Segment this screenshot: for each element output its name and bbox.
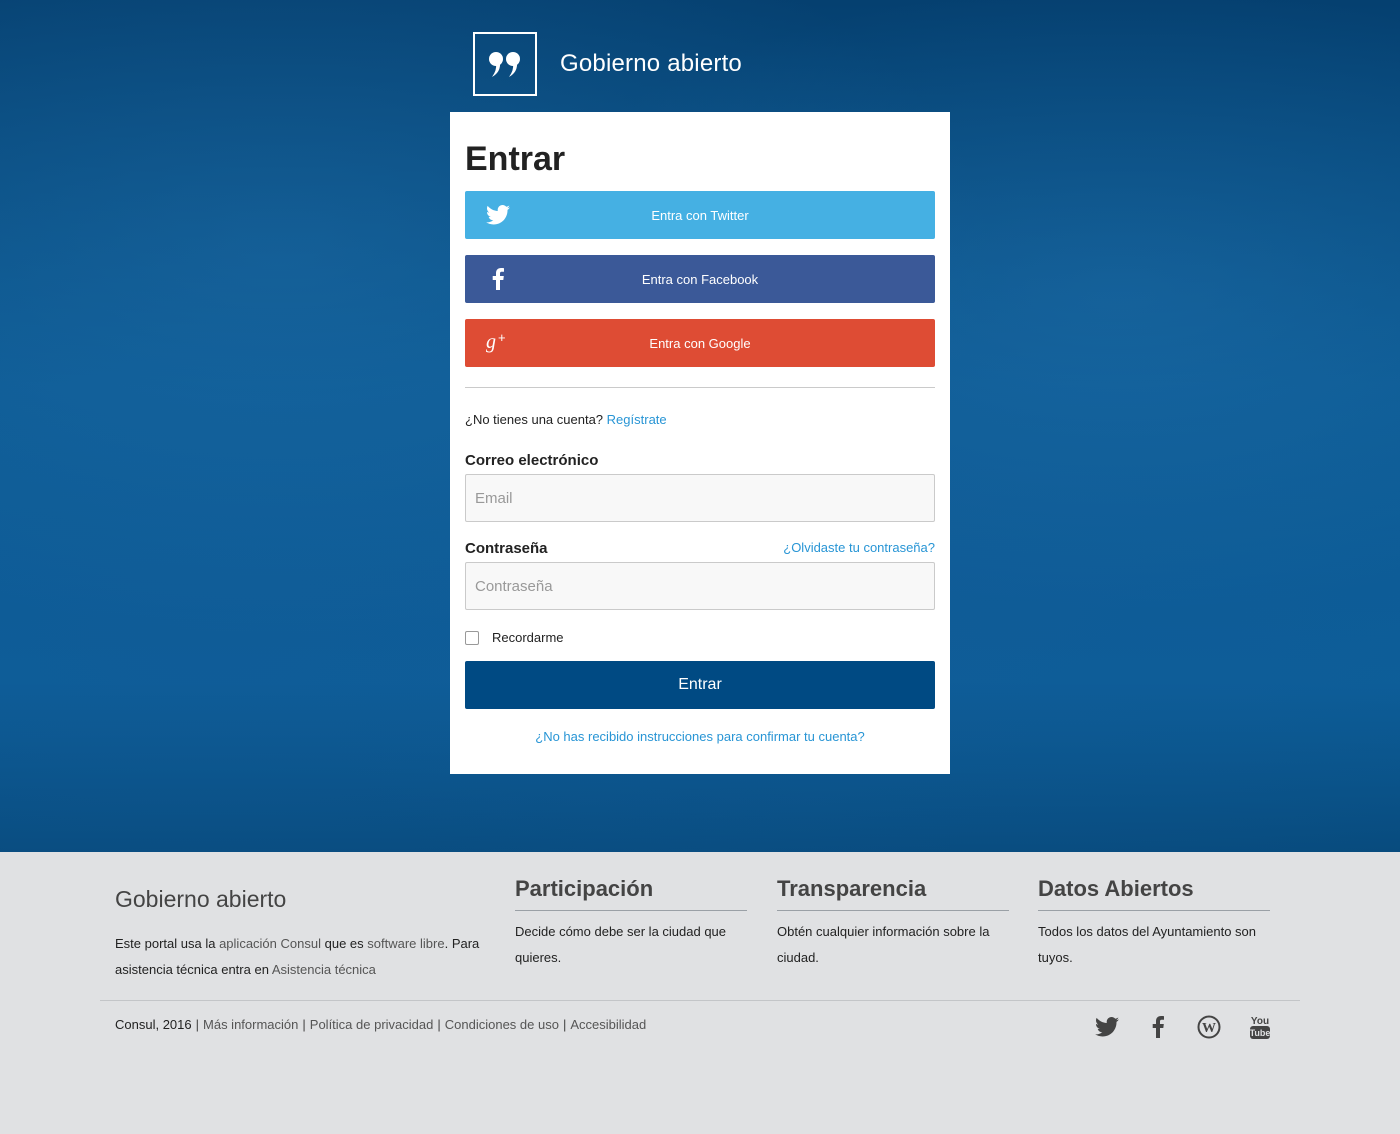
google-login-label: Entra con Google (649, 335, 751, 351)
divider (465, 387, 935, 388)
free-software-link[interactable]: software libre (367, 936, 444, 951)
confirm-instructions-link[interactable]: ¿No has recibido instrucciones para conf… (535, 729, 865, 744)
footer-bottom-links: Consul, 2016 | Más información | Polític… (115, 1017, 646, 1032)
privacy-policy-link[interactable]: Política de privacidad (310, 1017, 434, 1032)
email-field[interactable] (465, 474, 935, 522)
accessibility-link[interactable]: Accesibilidad (570, 1017, 646, 1032)
footer-column-participation: Participación Decide cómo debe ser la ci… (515, 876, 747, 971)
twitter-icon (485, 203, 511, 227)
separator: | (195, 1017, 200, 1032)
password-label: Contraseña (465, 540, 548, 557)
register-link[interactable]: Regístrate (607, 412, 667, 427)
copyright: Consul, 2016 (115, 1017, 192, 1032)
twitter-icon[interactable] (1094, 1014, 1120, 1040)
submit-button[interactable]: Entrar (465, 661, 935, 709)
facebook-login-button[interactable]: Entra con Facebook (465, 255, 935, 303)
no-account-text: ¿No tienes una cuenta? Regístrate (465, 412, 667, 427)
footer-column-title[interactable]: Participación (515, 876, 747, 911)
confirm-instructions: ¿No has recibido instrucciones para conf… (450, 729, 950, 744)
page-title: Entrar (465, 140, 566, 178)
login-card: Entrar Entra con Twitter Entra con Faceb… (450, 112, 950, 774)
separator: | (437, 1017, 441, 1032)
facebook-login-label: Entra con Facebook (641, 271, 759, 287)
footer-column-text: Decide cómo debe ser la ciudad que quier… (515, 924, 727, 965)
twitter-login-button[interactable]: Entra con Twitter (465, 191, 935, 239)
footer-column-text: Todos los datos del Ayuntamiento son tuy… (1038, 924, 1257, 965)
separator: | (562, 1017, 567, 1032)
svg-text:+: + (498, 330, 506, 345)
forgot-password-link[interactable]: ¿Olvidaste tu contraseña? (783, 540, 935, 555)
facebook-icon (485, 267, 511, 291)
remember-label: Recordarme (492, 630, 564, 645)
svg-text:You: You (1251, 1016, 1269, 1027)
footer-divider (100, 1000, 1300, 1001)
wordpress-icon[interactable]: W (1196, 1014, 1222, 1040)
svg-text:g: g (486, 331, 496, 353)
site-logo[interactable]: Gobierno abierto (473, 32, 742, 96)
separator: | (302, 1017, 306, 1032)
remember-checkbox[interactable] (465, 630, 479, 645)
footer-column-text: Obtén cualquier información sobre la ciu… (777, 924, 990, 965)
footer-social-links: W You Tube (1094, 1014, 1298, 1040)
footer-column-title[interactable]: Datos Abiertos (1038, 876, 1270, 911)
twitter-login-label: Entra con Twitter (651, 207, 749, 223)
footer-title: Gobierno abierto (115, 886, 287, 912)
facebook-icon[interactable] (1145, 1014, 1171, 1040)
consul-app-link[interactable]: aplicación Consul (219, 936, 321, 951)
footer-description: Este portal usa la aplicación Consul que… (115, 936, 480, 977)
quote-logo-icon (473, 32, 537, 96)
footer-column-title[interactable]: Transparencia (777, 876, 1009, 911)
password-field[interactable] (465, 562, 935, 610)
svg-text:W: W (1202, 1021, 1216, 1036)
google-plus-icon: g + (485, 330, 511, 355)
tech-support-link[interactable]: Asistencia técnica (272, 962, 376, 977)
footer-column-open-data: Datos Abiertos Todos los datos del Ayunt… (1038, 876, 1270, 971)
remember-me[interactable]: Recordarme (465, 630, 564, 645)
footer-column-transparency: Transparencia Obtén cualquier informació… (777, 876, 1009, 971)
terms-of-use-link[interactable]: Condiciones de uso (445, 1017, 559, 1032)
more-info-link[interactable]: Más información (203, 1017, 298, 1032)
logo-text: Gobierno abierto (560, 50, 742, 77)
google-login-button[interactable]: g + Entra con Google (465, 319, 935, 367)
svg-text:Tube: Tube (1250, 1028, 1271, 1038)
email-label: Correo electrónico (465, 452, 599, 469)
youtube-icon[interactable]: You Tube (1247, 1014, 1273, 1040)
